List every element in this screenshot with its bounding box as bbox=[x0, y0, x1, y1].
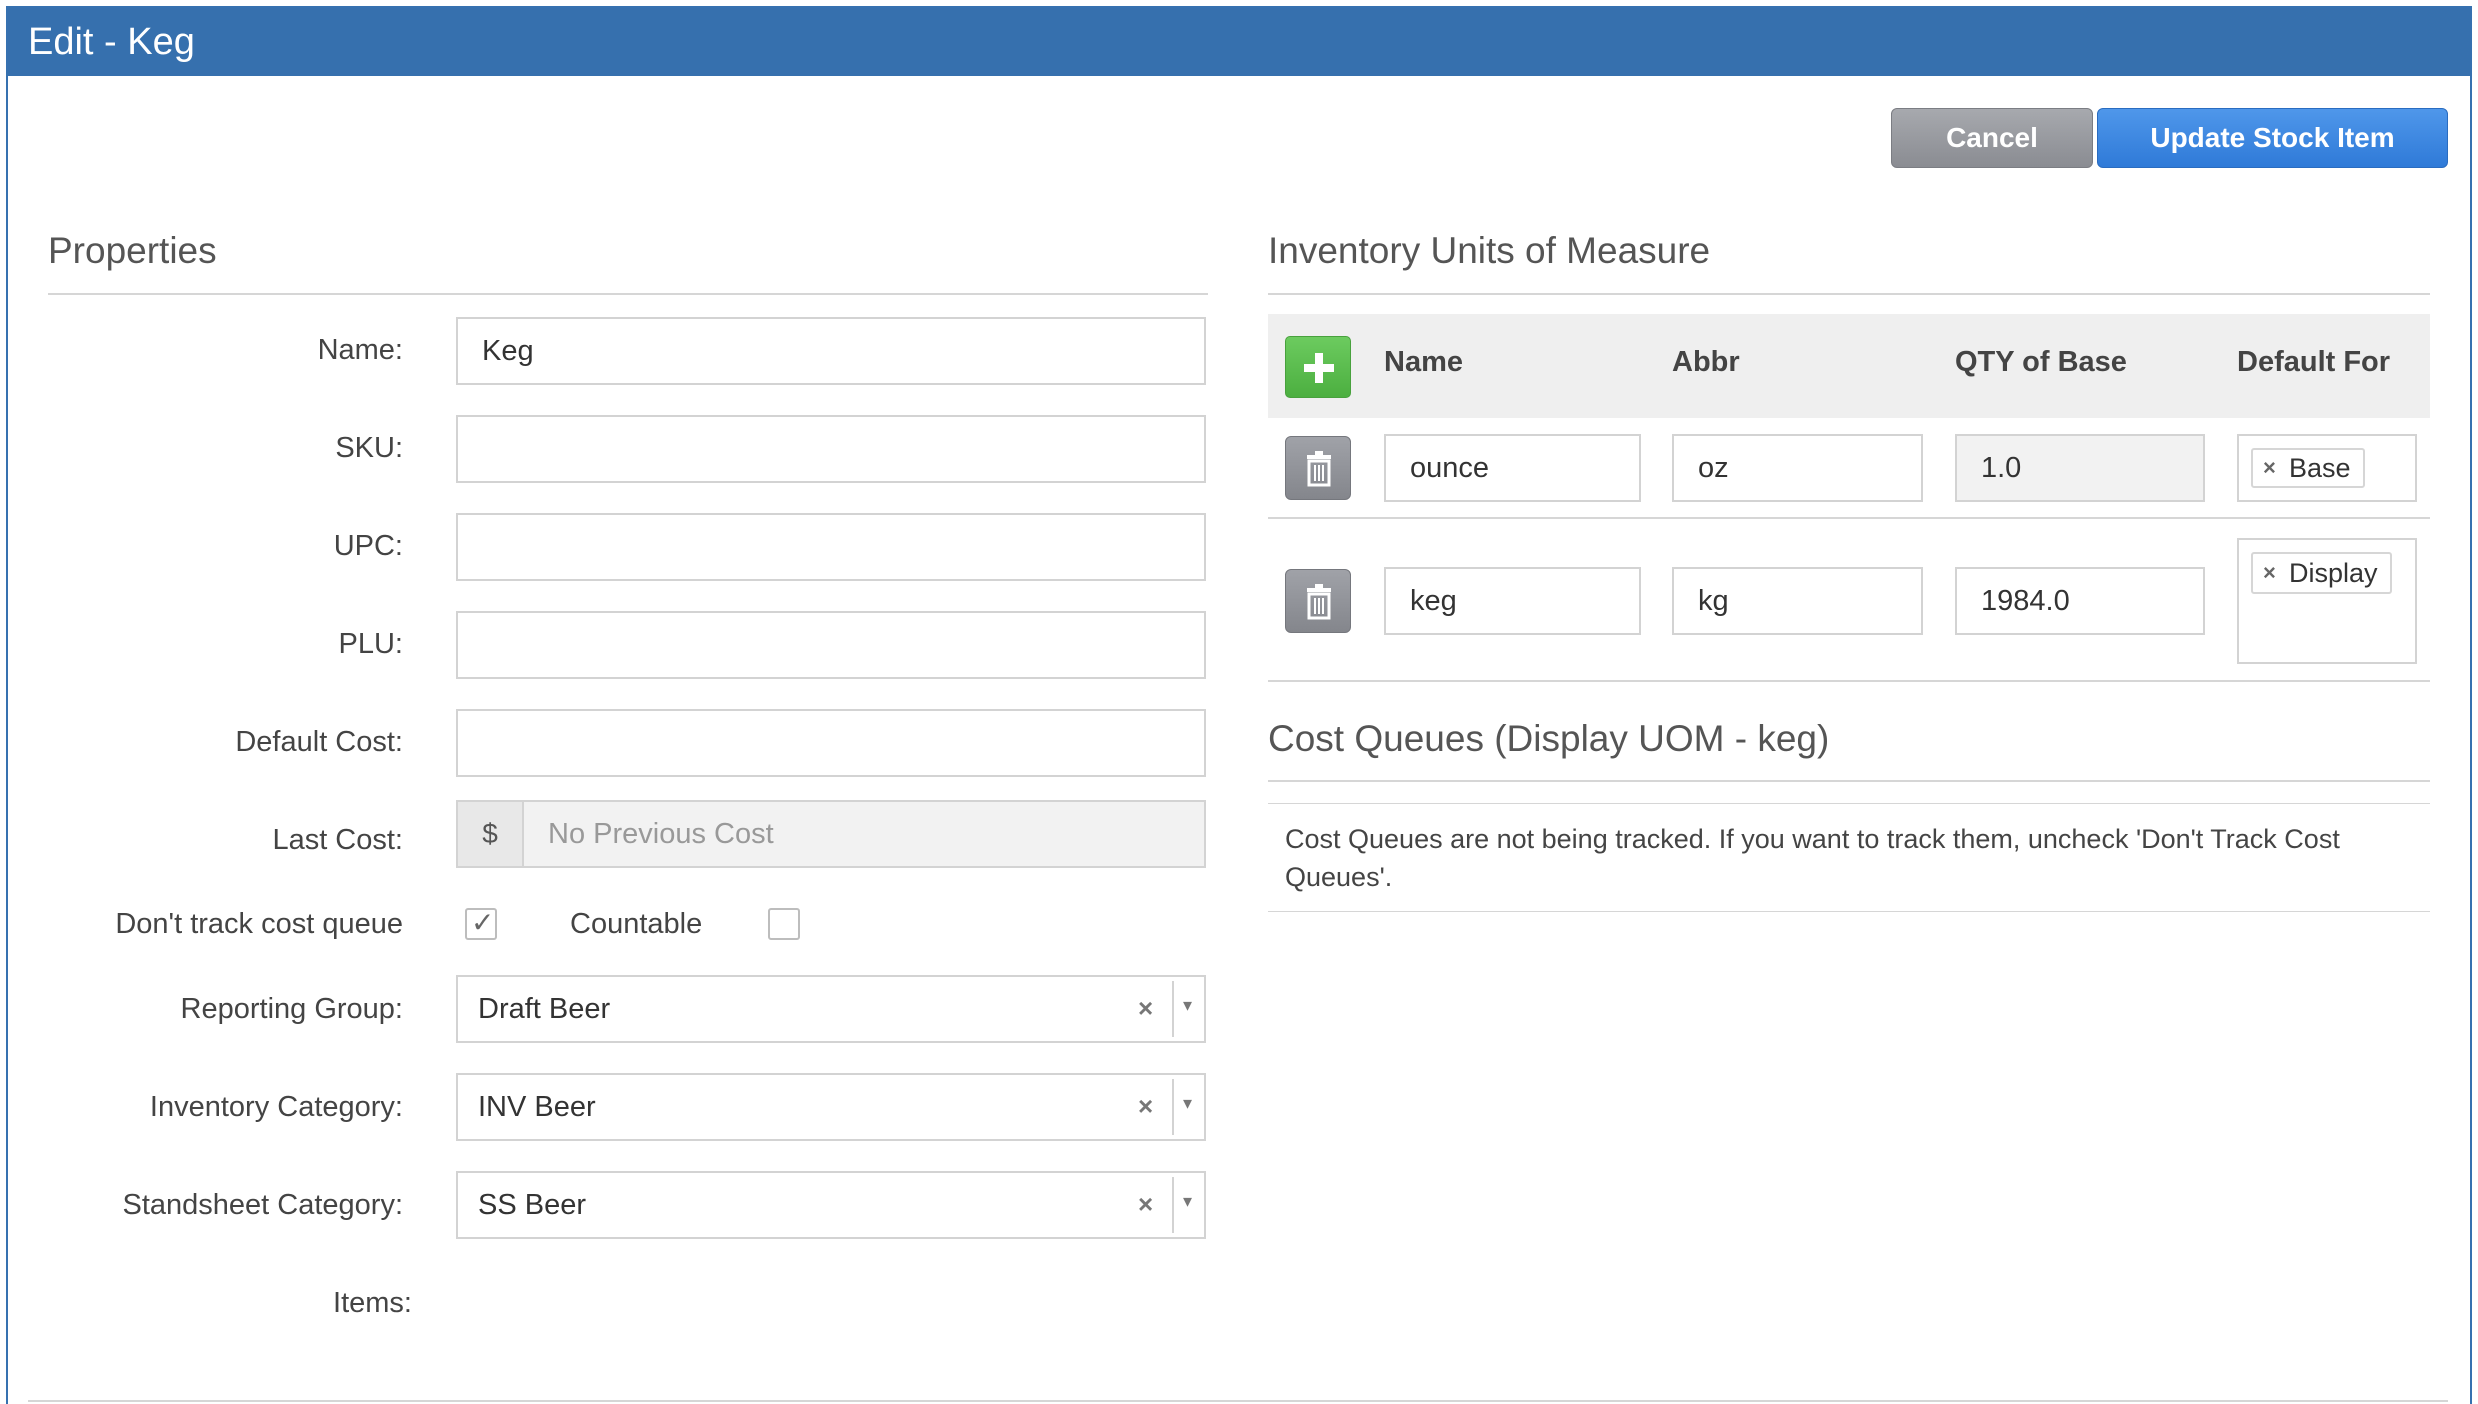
properties-divider bbox=[48, 293, 1208, 295]
trash-icon bbox=[1307, 584, 1331, 620]
uom-title: Inventory Units of Measure bbox=[1268, 230, 1711, 271]
uom-name-input[interactable]: ounce bbox=[1384, 434, 1641, 502]
name-input[interactable]: Keg bbox=[456, 317, 1206, 385]
window-title: Edit - Keg bbox=[8, 8, 2470, 76]
default-for-tag[interactable]: × Display bbox=[2251, 552, 2392, 594]
add-uom-button[interactable] bbox=[1285, 336, 1351, 398]
uom-name-input[interactable]: keg bbox=[1384, 567, 1641, 635]
bottom-divider bbox=[28, 1400, 2448, 1402]
col-header-default-for: Default For bbox=[2237, 346, 2391, 378]
last-cost-label: Last Cost: bbox=[272, 824, 403, 856]
inventory-category-select[interactable]: INV Beer × ▾ bbox=[456, 1073, 1206, 1141]
inventory-category-label: Inventory Category: bbox=[149, 1091, 403, 1123]
default-cost-label: Default Cost: bbox=[235, 726, 403, 758]
plu-input[interactable] bbox=[456, 611, 1206, 679]
update-stock-item-button[interactable]: Update Stock Item bbox=[2097, 108, 2448, 168]
countable-label: Countable bbox=[570, 908, 703, 940]
cost-queues-divider bbox=[1268, 780, 2430, 782]
standsheet-category-value: SS Beer bbox=[478, 1189, 586, 1221]
select-separator bbox=[1172, 981, 1174, 1037]
properties-title: Properties bbox=[48, 230, 217, 271]
uom-divider bbox=[1268, 293, 2430, 295]
default-for-tag[interactable]: × Base bbox=[2251, 448, 2365, 488]
items-label: Items: bbox=[333, 1287, 412, 1319]
col-header-abbr: Abbr bbox=[1672, 346, 1740, 378]
select-separator bbox=[1172, 1177, 1174, 1233]
chevron-down-icon[interactable]: ▾ bbox=[1183, 977, 1192, 1033]
last-cost-placeholder: No Previous Cost bbox=[548, 818, 774, 850]
remove-tag-icon[interactable]: × bbox=[2263, 450, 2276, 486]
tag-label: Display bbox=[2289, 558, 2378, 588]
plus-icon-vertical bbox=[1315, 353, 1323, 383]
cost-queues-table-top bbox=[1268, 803, 2430, 804]
name-label: Name: bbox=[317, 334, 403, 366]
check-icon: ✓ bbox=[471, 907, 495, 938]
default-for-field[interactable]: × Base bbox=[2237, 434, 2417, 502]
upc-label: UPC: bbox=[333, 530, 403, 562]
cost-queues-message: Cost Queues are not being tracked. If yo… bbox=[1285, 824, 2340, 892]
select-separator bbox=[1172, 1079, 1174, 1135]
uom-table-bottom-divider bbox=[1268, 680, 2430, 682]
sku-input[interactable] bbox=[456, 415, 1206, 483]
dont-track-cost-queue-checkbox[interactable]: ✓ bbox=[465, 907, 497, 940]
last-cost-field: $ No Previous Cost bbox=[456, 800, 1206, 868]
standsheet-category-label: Standsheet Category: bbox=[122, 1189, 403, 1221]
cost-queues-title: Cost Queues (Display UOM - keg) bbox=[1268, 718, 1830, 759]
sku-label: SKU: bbox=[335, 432, 403, 464]
tag-label: Base bbox=[2289, 453, 2351, 483]
cost-queues-table-bottom bbox=[1268, 911, 2430, 912]
upc-input[interactable] bbox=[456, 513, 1206, 581]
dont-track-cost-queue-label: Don't track cost queue bbox=[115, 908, 403, 940]
cancel-button[interactable]: Cancel bbox=[1891, 108, 2093, 168]
reporting-group-value: Draft Beer bbox=[478, 993, 611, 1025]
row-divider bbox=[1268, 517, 2430, 519]
default-for-field[interactable]: × Display bbox=[2237, 538, 2417, 664]
reporting-group-label: Reporting Group: bbox=[180, 993, 403, 1025]
currency-addon: $ bbox=[458, 802, 524, 866]
plu-label: PLU: bbox=[338, 628, 403, 660]
countable-checkbox[interactable] bbox=[768, 908, 800, 940]
chevron-down-icon[interactable]: ▾ bbox=[1183, 1173, 1192, 1229]
remove-tag-icon[interactable]: × bbox=[2263, 554, 2276, 592]
col-header-name: Name bbox=[1384, 346, 1463, 378]
uom-qty-input: 1.0 bbox=[1955, 434, 2205, 502]
clear-icon[interactable]: × bbox=[1138, 1075, 1153, 1137]
delete-row-button[interactable] bbox=[1285, 436, 1351, 500]
clear-icon[interactable]: × bbox=[1138, 1173, 1153, 1235]
chevron-down-icon[interactable]: ▾ bbox=[1183, 1075, 1192, 1131]
trash-icon bbox=[1307, 451, 1331, 487]
inventory-category-value: INV Beer bbox=[478, 1091, 596, 1123]
default-cost-input[interactable] bbox=[456, 709, 1206, 777]
uom-qty-input[interactable]: 1984.0 bbox=[1955, 567, 2205, 635]
clear-icon[interactable]: × bbox=[1138, 977, 1153, 1039]
uom-abbr-input[interactable]: kg bbox=[1672, 567, 1923, 635]
col-header-qty: QTY of Base bbox=[1955, 346, 2127, 378]
delete-row-button[interactable] bbox=[1285, 569, 1351, 633]
uom-abbr-input[interactable]: oz bbox=[1672, 434, 1923, 502]
standsheet-category-select[interactable]: SS Beer × ▾ bbox=[456, 1171, 1206, 1239]
reporting-group-select[interactable]: Draft Beer × ▾ bbox=[456, 975, 1206, 1043]
